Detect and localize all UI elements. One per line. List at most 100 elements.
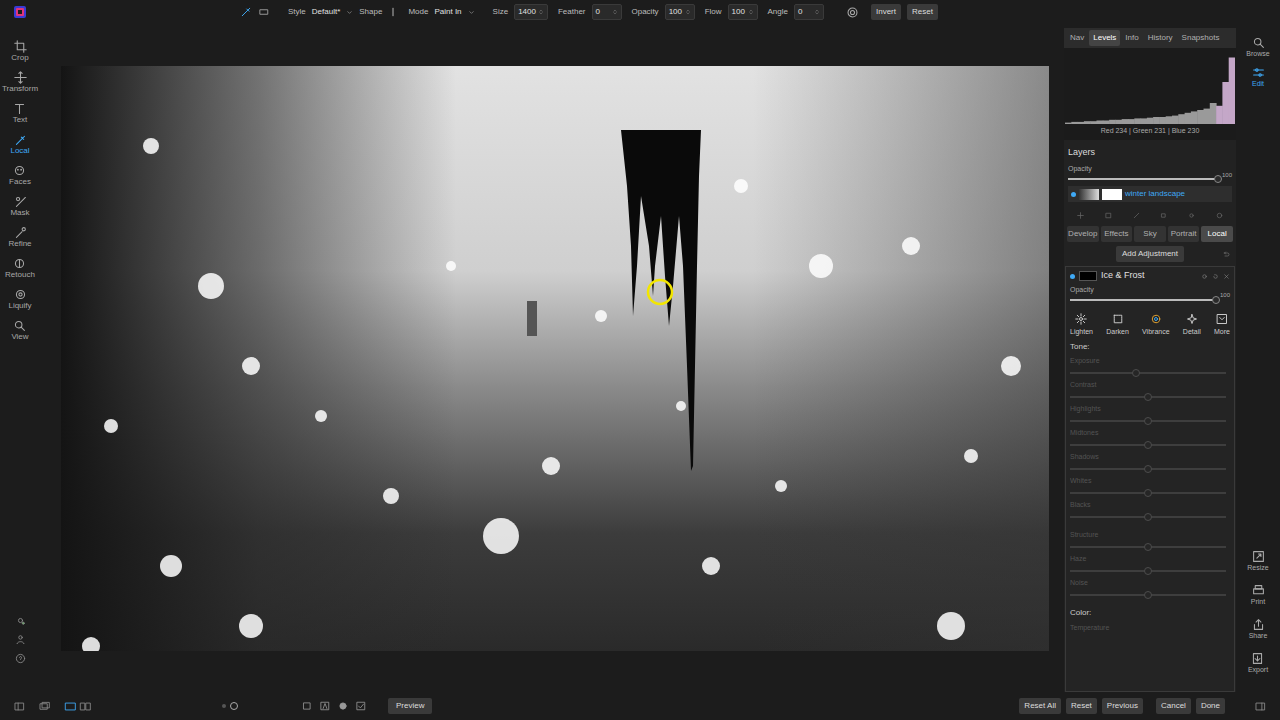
module-button[interactable]: Browse (1246, 36, 1269, 66)
tool-item[interactable]: Retouch (5, 257, 35, 288)
module-tab[interactable]: Develop (1067, 226, 1099, 242)
zoom-slider[interactable] (222, 702, 238, 710)
tool-icon[interactable] (13, 164, 26, 177)
layer-visibility-dot[interactable] (1071, 192, 1076, 197)
field-value[interactable]: 1400 (518, 6, 536, 18)
tone-slider[interactable]: Whites (1070, 473, 1230, 497)
preset-button[interactable]: Detail (1183, 313, 1201, 338)
tool-icon[interactable] (14, 133, 27, 146)
tone-slider[interactable]: Contrast (1070, 377, 1230, 401)
preset-icon[interactable] (1112, 313, 1124, 325)
panel-tab[interactable]: Info (1121, 30, 1142, 46)
tool-item[interactable]: View (11, 319, 28, 350)
tone-slider[interactable]: Structure (1070, 527, 1230, 551)
tool-item[interactable]: Transform (2, 71, 38, 102)
slider-track[interactable] (1070, 396, 1226, 398)
adjustment-name[interactable]: Ice & Frost (1101, 269, 1197, 283)
output-label[interactable]: Resize (1247, 563, 1268, 574)
tool-icon[interactable] (13, 319, 26, 332)
tool-icon[interactable] (14, 71, 27, 84)
slider-thumb[interactable] (1144, 465, 1152, 473)
preset-button[interactable]: Darken (1106, 313, 1129, 338)
tool-item[interactable]: Text (13, 102, 28, 133)
person-icon[interactable] (15, 634, 26, 645)
slider-track[interactable] (1070, 546, 1226, 548)
tool-label[interactable]: Crop (11, 53, 28, 63)
chevron-down-icon[interactable] (468, 9, 475, 16)
add-adjustment-button[interactable]: Add Adjustment (1116, 246, 1184, 262)
preset-label[interactable]: Vibrance (1142, 327, 1170, 338)
slider-thumb[interactable] (1132, 369, 1140, 377)
slider-track[interactable] (1070, 372, 1226, 374)
tool-icon[interactable] (14, 226, 27, 239)
field-input[interactable]: 0 (592, 4, 622, 20)
tone-slider[interactable]: Exposure (1070, 353, 1230, 377)
preset-button[interactable]: More (1214, 313, 1230, 338)
filmstrip-icon[interactable] (39, 701, 50, 712)
preview-button[interactable]: Preview (388, 698, 432, 714)
stepper-icon[interactable] (814, 8, 820, 16)
field-value[interactable]: 0 (596, 6, 610, 18)
tool-icon[interactable] (13, 257, 26, 270)
preset-button[interactable]: Lighten (1070, 313, 1093, 338)
tool-icon[interactable] (14, 40, 27, 53)
gear-icon[interactable] (846, 6, 859, 19)
status-dots-icon[interactable] (15, 615, 26, 626)
preset-icon[interactable] (1150, 313, 1162, 325)
style-dropdown[interactable]: Default* (312, 6, 340, 18)
tone-slider[interactable]: Haze (1070, 551, 1230, 575)
field-input[interactable]: 100 (728, 4, 758, 20)
panel-tab[interactable]: History (1144, 30, 1177, 46)
tool-item[interactable]: Local (10, 133, 29, 164)
toolbar-button[interactable]: Reset (907, 4, 938, 20)
tone-slider[interactable]: Highlights (1070, 401, 1230, 425)
toolbar-button[interactable]: Invert (871, 4, 901, 20)
output-button[interactable]: Export (1248, 652, 1268, 686)
tool-icon[interactable] (14, 288, 27, 301)
field-input[interactable]: 0 (794, 4, 824, 20)
checkbox-icon[interactable] (302, 701, 312, 711)
slider-thumb[interactable] (1144, 567, 1152, 575)
action-button[interactable]: Previous (1102, 698, 1143, 714)
output-label[interactable]: Share (1249, 631, 1268, 642)
tone-slider[interactable]: Blacks (1070, 497, 1230, 521)
preset-label[interactable]: Detail (1183, 327, 1201, 338)
preset-button[interactable]: Vibrance (1142, 313, 1170, 338)
module-button[interactable]: Edit (1252, 66, 1265, 96)
tool-item[interactable]: Faces (9, 164, 31, 195)
panel-tab[interactable]: Levels (1089, 30, 1120, 46)
tool-item[interactable]: Crop (11, 40, 28, 71)
field-value[interactable]: 0 (798, 6, 812, 18)
slider-thumb[interactable] (1144, 591, 1152, 599)
adjustment-visibility-dot[interactable] (1070, 274, 1075, 279)
shape-icon[interactable] (388, 7, 398, 17)
tool-label[interactable]: View (11, 332, 28, 342)
field-input[interactable]: 100 (665, 4, 695, 20)
tool-label[interactable]: Transform (2, 84, 38, 94)
tone-slider[interactable]: Noise (1070, 575, 1230, 599)
tool-item[interactable]: Refine (8, 226, 31, 257)
tone-slider[interactable]: Midtones (1070, 425, 1230, 449)
output-icon[interactable] (1251, 652, 1264, 665)
output-label[interactable]: Export (1248, 665, 1268, 676)
preset-icon[interactable] (1186, 313, 1198, 325)
output-button[interactable]: Resize (1247, 550, 1268, 584)
slider-thumb[interactable] (1144, 393, 1152, 401)
module-tab[interactable]: Local (1201, 226, 1233, 242)
tool-icon[interactable] (14, 195, 27, 208)
slider-thumb[interactable] (1144, 513, 1152, 521)
action-button[interactable]: Cancel (1156, 698, 1191, 714)
slider-track[interactable] (1070, 420, 1226, 422)
preset-label[interactable]: More (1214, 327, 1230, 338)
tool-label[interactable]: Mask (10, 208, 29, 218)
output-label[interactable]: Print (1251, 597, 1265, 608)
action-button[interactable]: Reset All (1019, 698, 1061, 714)
auto-icon[interactable] (320, 701, 330, 711)
module-icon[interactable] (1252, 66, 1265, 79)
truth-icon[interactable] (356, 701, 366, 711)
tool-label[interactable]: Refine (8, 239, 31, 249)
layer-action-icon[interactable] (1104, 211, 1113, 220)
compare-view-icon[interactable] (79, 701, 92, 712)
output-icon[interactable] (1252, 550, 1265, 563)
layer-action-icon[interactable] (1187, 211, 1196, 220)
